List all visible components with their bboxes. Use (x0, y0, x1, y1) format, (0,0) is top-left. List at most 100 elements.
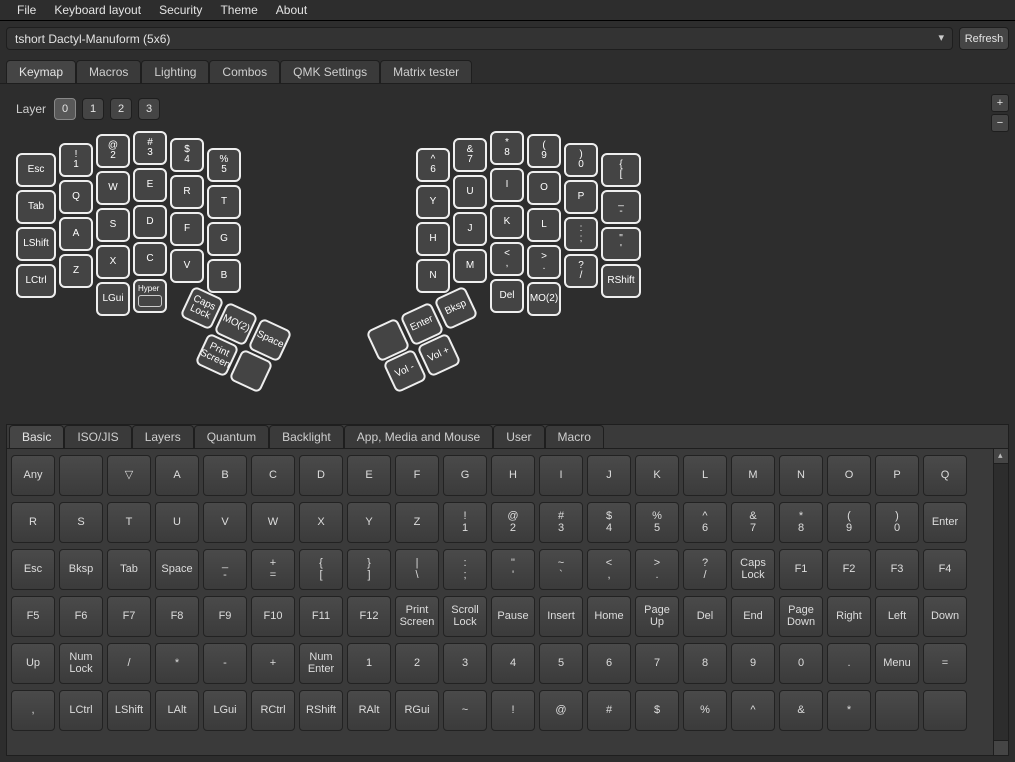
key-j[interactable]: J (453, 212, 487, 246)
palette-key-num[interactable]: Num Lock (59, 643, 103, 684)
palette-key-ralt[interactable]: RAlt (347, 690, 391, 731)
palette-key--[interactable]: * (827, 690, 871, 731)
key--[interactable]: ? / (564, 254, 598, 288)
key--[interactable]: > . (527, 245, 561, 279)
key--[interactable]: % 5 (207, 148, 241, 182)
palette-key-g[interactable]: G (443, 455, 487, 496)
palette-key--[interactable]: : ; (443, 549, 487, 590)
palette-key-lshift[interactable]: LShift (107, 690, 151, 731)
palette-key-t[interactable]: T (107, 502, 151, 543)
palette-key--[interactable]: = (923, 643, 967, 684)
palette-key-insert[interactable]: Insert (539, 596, 583, 637)
key-a[interactable]: A (59, 217, 93, 251)
palette-key--[interactable]: @ 2 (491, 502, 535, 543)
key--[interactable]: ) 0 (564, 143, 598, 177)
key--[interactable]: { [ (601, 153, 641, 187)
palette-key-down[interactable]: Down (923, 596, 967, 637)
key-u[interactable]: U (453, 175, 487, 209)
key--[interactable]: < , (490, 242, 524, 276)
palette-key-f3[interactable]: F3 (875, 549, 919, 590)
palette-key-5[interactable]: 5 (539, 643, 583, 684)
key--[interactable]: ^ 6 (416, 148, 450, 182)
palette-key-scroll[interactable]: Scroll Lock (443, 596, 487, 637)
palette-key-menu[interactable]: Menu (875, 643, 919, 684)
palette-key--[interactable]: % 5 (635, 502, 679, 543)
palette-key-page[interactable]: Page Up (635, 596, 679, 637)
palette-key-up[interactable]: Up (11, 643, 55, 684)
palette-key--[interactable]: ! 1 (443, 502, 487, 543)
device-select[interactable]: tshort Dactyl-Manuform (5x6) (6, 27, 953, 50)
palette-key-num[interactable]: Num Enter (299, 643, 343, 684)
palette-key--[interactable]: * 8 (779, 502, 823, 543)
palette-key-x[interactable]: X (299, 502, 343, 543)
palette-key-lgui[interactable]: LGui (203, 690, 247, 731)
key-v[interactable]: V (170, 249, 204, 283)
palette-key--[interactable]: ( 9 (827, 502, 871, 543)
palette-key--[interactable]: % (683, 690, 727, 731)
palette-key--[interactable]: & 7 (731, 502, 775, 543)
palette-key-del[interactable]: Del (683, 596, 727, 637)
layer-button-3[interactable]: 3 (138, 98, 160, 120)
palette-key-y[interactable]: Y (347, 502, 391, 543)
palette-key--[interactable]: & (779, 690, 823, 731)
palette-key-d[interactable]: D (299, 455, 343, 496)
palette-key-4[interactable]: 4 (491, 643, 535, 684)
palette-key-1[interactable]: 1 (347, 643, 391, 684)
refresh-button[interactable]: Refresh (959, 27, 1009, 50)
palette-key--[interactable]: + = (251, 549, 295, 590)
palette-key-rshift[interactable]: RShift (299, 690, 343, 731)
key-lgui[interactable]: LGui (96, 282, 130, 316)
palette-key-enter[interactable]: Enter (923, 502, 967, 543)
key-hyper[interactable]: Hyper (133, 279, 167, 313)
palette-key-h[interactable]: H (491, 455, 535, 496)
palette-key-c[interactable]: C (251, 455, 295, 496)
palette-tab-app-media-and-mouse[interactable]: App, Media and Mouse (344, 425, 493, 448)
palette-key--[interactable]: < , (587, 549, 631, 590)
palette-key--[interactable]: @ (539, 690, 583, 731)
palette-tab-quantum[interactable]: Quantum (194, 425, 269, 448)
palette-key-f[interactable]: F (395, 455, 439, 496)
tab-combos[interactable]: Combos (209, 60, 280, 83)
palette-key--[interactable]: $ (635, 690, 679, 731)
palette-key--[interactable]: ^ 6 (683, 502, 727, 543)
palette-key-f7[interactable]: F7 (107, 596, 151, 637)
palette-key-print[interactable]: Print Screen (395, 596, 439, 637)
key-h[interactable]: H (416, 222, 450, 256)
palette-key-bksp[interactable]: Bksp (59, 549, 103, 590)
key-y[interactable]: Y (416, 185, 450, 219)
palette-tab-basic[interactable]: Basic (9, 425, 64, 448)
palette-key--[interactable]: ? / (683, 549, 727, 590)
key-k[interactable]: K (490, 205, 524, 239)
key-z[interactable]: Z (59, 254, 93, 288)
palette-key--[interactable]: - (203, 643, 247, 684)
key--[interactable]: : ; (564, 217, 598, 251)
palette-key--[interactable]: ~ ` (539, 549, 583, 590)
palette-key-e[interactable]: E (347, 455, 391, 496)
palette-key-f8[interactable]: F8 (155, 596, 199, 637)
palette-key-n[interactable]: N (779, 455, 823, 496)
key-o[interactable]: O (527, 171, 561, 205)
key--[interactable]: ( 9 (527, 134, 561, 168)
palette-key--[interactable]: { [ (299, 549, 343, 590)
palette-key-a[interactable]: A (155, 455, 199, 496)
key-s[interactable]: S (96, 208, 130, 242)
palette-key--[interactable]: $ 4 (587, 502, 631, 543)
palette-key-f9[interactable]: F9 (203, 596, 247, 637)
palette-key-f10[interactable]: F10 (251, 596, 295, 637)
palette-key-f6[interactable]: F6 (59, 596, 103, 637)
key-f[interactable]: F (170, 212, 204, 246)
key--[interactable]: $ 4 (170, 138, 204, 172)
palette-key-9[interactable]: 9 (731, 643, 775, 684)
layer-button-2[interactable]: 2 (110, 98, 132, 120)
palette-key-f4[interactable]: F4 (923, 549, 967, 590)
key-q[interactable]: Q (59, 180, 93, 214)
key-n[interactable]: N (416, 259, 450, 293)
palette-key-blank[interactable] (59, 455, 103, 496)
palette-key-z[interactable]: Z (395, 502, 439, 543)
palette-key--[interactable]: . (827, 643, 871, 684)
palette-key--[interactable]: , (11, 690, 55, 731)
key--[interactable]: ! 1 (59, 143, 93, 177)
layer-button-0[interactable]: 0 (54, 98, 76, 120)
palette-key--[interactable]: ! (491, 690, 535, 731)
key--[interactable]: * 8 (490, 131, 524, 165)
